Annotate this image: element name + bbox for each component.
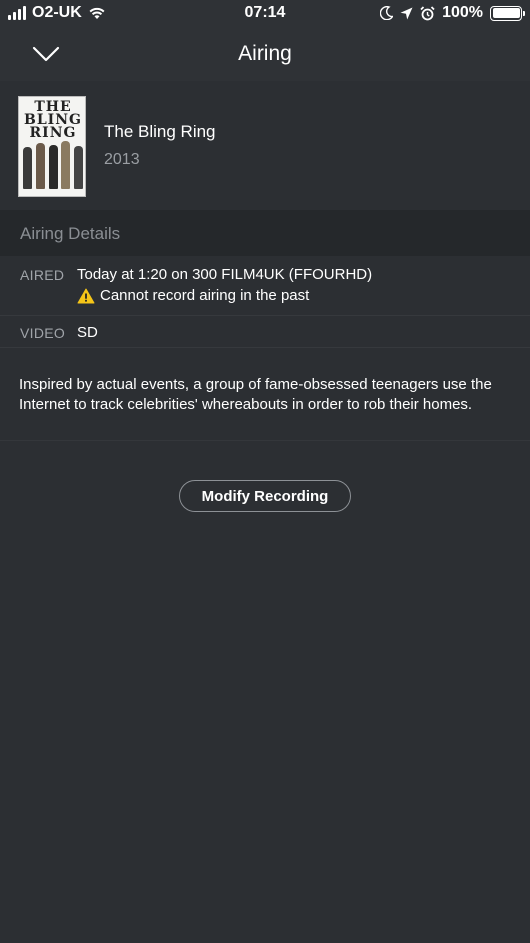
airing-details-header: Airing Details	[0, 210, 530, 256]
divider	[0, 440, 530, 441]
video-value: SD	[77, 324, 98, 341]
status-right: 100%	[380, 4, 525, 22]
movie-year: 2013	[104, 151, 140, 168]
movie-description: Inspired by actual events, a group of fa…	[19, 376, 492, 413]
poster-title-art: THE BLING RING	[24, 99, 82, 141]
video-row: VIDEO SD	[0, 316, 530, 348]
moon-icon	[380, 6, 394, 20]
aired-warning-text: Cannot record airing in the past	[100, 287, 310, 304]
aired-warning: Cannot record airing in the past	[77, 287, 309, 304]
movie-poster[interactable]: THE BLING RING	[18, 96, 86, 197]
movie-title: The Bling Ring	[104, 122, 216, 141]
alarm-icon	[420, 5, 435, 20]
modify-recording-button[interactable]: Modify Recording	[179, 480, 351, 512]
nav-bar: Airing	[0, 28, 530, 81]
section-title: Airing Details	[20, 224, 121, 243]
aired-value: Today at 1:20 on 300 FILM4UK (FFOURHD)	[77, 266, 373, 283]
battery-percent: 100%	[442, 4, 483, 21]
status-bar: O2-UK 07:14 100%	[0, 0, 530, 28]
poster-figures	[23, 139, 83, 189]
warning-icon	[77, 288, 95, 303]
battery-icon	[490, 5, 525, 21]
movie-header: THE BLING RING The Bling Ring 2013	[0, 81, 530, 210]
location-icon	[400, 7, 413, 19]
page-title: Airing	[238, 42, 292, 65]
aired-row: AIRED Today at 1:20 on 300 FILM4UK (FFOU…	[0, 256, 530, 316]
aired-label: AIRED	[20, 267, 65, 283]
video-label: VIDEO	[20, 325, 66, 341]
